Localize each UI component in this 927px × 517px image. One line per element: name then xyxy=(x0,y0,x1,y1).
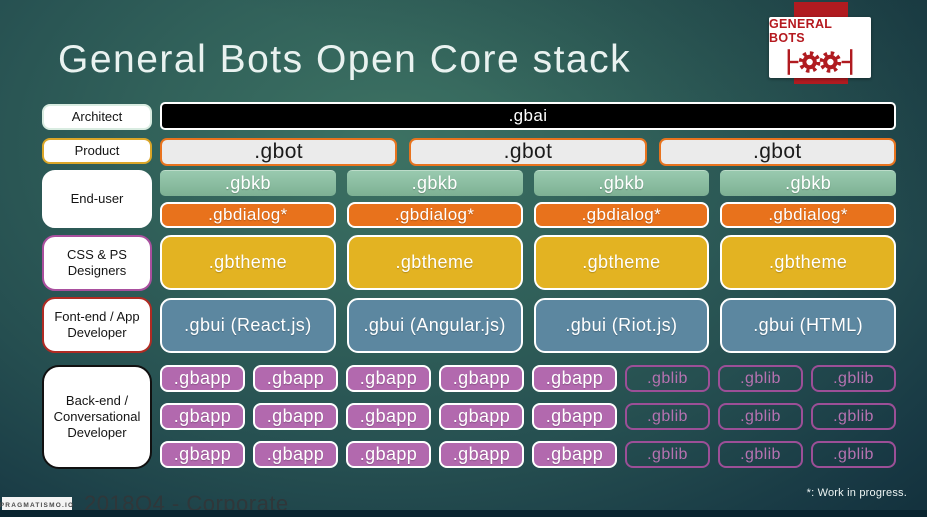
gbui-row: .gbui (React.js) .gbui (Angular.js) .gbu… xyxy=(160,298,896,353)
gbot-box: .gbot xyxy=(658,138,896,166)
gbdialog-box: .gbdialog* xyxy=(533,202,710,228)
gblib-box: .gblib xyxy=(718,441,803,468)
row-label-product: Product xyxy=(42,138,152,164)
gbui-riot-box: .gbui (Riot.js) xyxy=(533,298,710,353)
gbui-react-box: .gbui (React.js) xyxy=(160,298,336,353)
gbapp-box: .gbapp xyxy=(253,365,338,392)
gblib-box: .gblib xyxy=(811,403,896,430)
gbtheme-box: .gbtheme xyxy=(346,235,523,290)
row-label-end-user: End-user xyxy=(42,170,152,228)
gbapp-box: .gbapp xyxy=(346,403,431,430)
gbapp-gblib-row: .gbapp .gbapp .gbapp .gbapp .gbapp .gbli… xyxy=(160,403,896,430)
gblib-box: .gblib xyxy=(625,403,710,430)
gbapp-box: .gbapp xyxy=(253,441,338,468)
gbtheme-box: .gbtheme xyxy=(720,235,896,290)
gbapp-box: .gbapp xyxy=(439,441,524,468)
gbot-box: .gbot xyxy=(409,138,647,166)
bottom-edge-strip xyxy=(0,510,927,517)
gbkb-row: .gbkb .gbkb .gbkb .gbkb xyxy=(160,170,896,196)
gbapp-gblib-row: .gbapp .gbapp .gbapp .gbapp .gbapp .gbli… xyxy=(160,441,896,468)
gbdialog-box: .gbdialog* xyxy=(160,202,336,228)
gbdialog-row: .gbdialog* .gbdialog* .gbdialog* .gbdial… xyxy=(160,202,896,228)
gbapp-box: .gbapp xyxy=(532,365,617,392)
gbkb-box: .gbkb xyxy=(720,170,896,196)
gblib-box: .gblib xyxy=(718,403,803,430)
gbtheme-box: .gbtheme xyxy=(160,235,336,290)
gblib-box: .gblib xyxy=(625,365,710,392)
gbapp-box: .gbapp xyxy=(439,365,524,392)
gblib-box: .gblib xyxy=(625,441,710,468)
gbkb-box: .gbkb xyxy=(160,170,336,196)
page-title: General Bots Open Core stack xyxy=(58,38,632,81)
gbapp-gblib-row: .gbapp .gbapp .gbapp .gbapp .gbapp .gbli… xyxy=(160,365,896,392)
gbapp-box: .gbapp xyxy=(160,403,245,430)
gbapp-box: .gbapp xyxy=(160,441,245,468)
gbkb-box: .gbkb xyxy=(346,170,523,196)
gbapp-box: .gbapp xyxy=(253,403,338,430)
slide-background: General Bots Open Core stack GENERAL BOT… xyxy=(0,0,927,517)
gbkb-box: .gbkb xyxy=(533,170,710,196)
work-in-progress-footnote: *: Work in progress. xyxy=(806,487,907,499)
brand-logo: GENERAL BOTS xyxy=(769,17,871,78)
row-label-frontend-app-developer: Font-end / App Developer xyxy=(42,297,152,353)
row-label-backend-conversational-developer: Back-end / Conversational Developer xyxy=(42,365,152,469)
gbui-angular-box: .gbui (Angular.js) xyxy=(346,298,523,353)
gbui-html-box: .gbui (HTML) xyxy=(720,298,896,353)
gbapp-box: .gbapp xyxy=(439,403,524,430)
row-label-css-ps-designers: CSS & PS Designers xyxy=(42,235,152,291)
brand-name: GENERAL BOTS xyxy=(769,17,832,45)
gblib-box: .gblib xyxy=(811,365,896,392)
gbapp-box: .gbapp xyxy=(160,365,245,392)
gbai-label: .gbai xyxy=(508,106,548,125)
gbtheme-row: .gbtheme .gbtheme .gbtheme .gbtheme xyxy=(160,235,896,290)
gbot-box: .gbot xyxy=(160,138,398,166)
gbapp-box: .gbapp xyxy=(532,441,617,468)
gbapp-box: .gbapp xyxy=(346,441,431,468)
gbdialog-box: .gbdialog* xyxy=(346,202,523,228)
gbdialog-box: .gbdialog* xyxy=(720,202,896,228)
gbapp-box: .gbapp xyxy=(532,403,617,430)
gbapp-box: .gbapp xyxy=(346,365,431,392)
gbot-row: .gbot .gbot .gbot xyxy=(160,138,896,166)
gblib-box: .gblib xyxy=(718,365,803,392)
gbtheme-box: .gbtheme xyxy=(533,235,710,290)
gblib-box: .gblib xyxy=(811,441,896,468)
row-label-architect: Architect xyxy=(42,104,152,130)
gears-icon xyxy=(787,49,853,75)
gbai-bar: .gbai xyxy=(160,102,896,130)
